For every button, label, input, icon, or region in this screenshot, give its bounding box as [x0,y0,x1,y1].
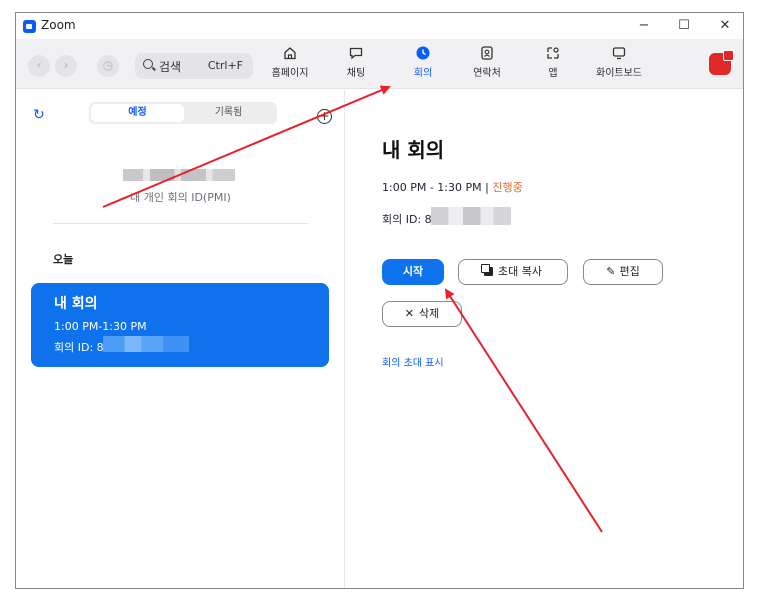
contacts-icon [481,46,493,60]
nav-contacts-label: 연락처 [473,68,501,79]
copy-invite-button[interactable]: 초대 복사 [458,259,568,285]
zoom-window: Zoom − ☐ ✕ ‹ › ◷ 검색 Ctrl+F 홈페이지 채팅 회의 연락… [15,12,744,589]
whiteboard-icon [612,47,626,60]
back-button[interactable]: ‹ [28,55,50,77]
avatar[interactable] [709,50,734,75]
meeting-time-range: 1:00 PM - 1:30 PM [382,181,482,194]
meeting-tabs: 예정 기록됨 [89,102,277,124]
pmi-label: 내 개인 회의 ID(PMI) [130,191,231,204]
edit-label: 편집 [619,265,640,278]
meeting-card[interactable]: 내 회의 1:00 PM-1:30 PM 회의 ID: 8 [31,283,329,367]
meeting-time: 1:00 PM - 1:30 PM | 진행중 [382,179,523,195]
forward-button[interactable]: › [55,55,77,77]
pmi-number-redacted [123,169,235,181]
meeting-id: 회의 ID: 8 [382,213,432,226]
meeting-time-separator: | [485,181,489,194]
copy-icon [481,264,493,276]
nav-contacts[interactable]: 연락처 [459,45,515,79]
nav-meetings[interactable]: 회의 [395,45,451,79]
tab-recorded[interactable]: 기록됨 [182,104,275,122]
nav-apps-label: 앱 [548,68,558,79]
close-icon: ✕ [404,307,414,320]
meetings-sidebar: ↻ 예정 기록됨 + 내 개인 회의 ID(PMI) 오늘 내 회의 1:00 … [16,90,345,588]
nav-chat-label: 채팅 [346,68,366,79]
meeting-card-title: 내 회의 [54,296,98,312]
show-invite-link[interactable]: 회의 초대 표시 [382,354,444,369]
chat-icon [349,47,363,60]
meeting-card-id-redacted [103,336,189,352]
section-today: 오늘 [53,253,74,266]
meeting-card-time: 1:00 PM-1:30 PM [54,320,147,333]
nav-home-label: 홈페이지 [271,68,309,79]
delete-label: 삭제 [418,307,440,320]
copy-invite-label: 초대 복사 [498,265,542,278]
search-icon [143,59,153,69]
meeting-id-redacted [431,207,511,225]
apps-icon [547,47,559,59]
nav-meetings-label: 회의 [413,68,433,79]
window-title: Zoom [41,18,76,32]
meeting-title: 내 회의 [382,138,445,162]
tab-scheduled[interactable]: 예정 [91,104,184,122]
meeting-detail: 내 회의 1:00 PM - 1:30 PM | 진행중 회의 ID: 8 시작… [346,90,743,588]
minimize-button[interactable]: − [626,13,662,39]
refresh-icon[interactable]: ↻ [33,107,45,123]
close-button[interactable]: ✕ [707,13,743,39]
pencil-icon: ✎ [606,265,616,278]
delete-button[interactable]: ✕ 삭제 [382,301,462,327]
search-box[interactable]: 검색 Ctrl+F [135,53,253,79]
top-toolbar: ‹ › ◷ 검색 Ctrl+F 홈페이지 채팅 회의 연락처 앱 화이트보드 [16,39,743,89]
edit-button[interactable]: ✎ 편집 [583,259,663,285]
search-shortcut: Ctrl+F [207,59,243,72]
nav-whiteboard[interactable]: 화이트보드 [591,45,647,79]
history-button[interactable]: ◷ [97,55,119,77]
nav-chat[interactable]: 채팅 [328,45,384,79]
home-icon [284,47,296,60]
title-bar: Zoom − ☐ ✕ [16,13,743,39]
search-label: 검색 [159,60,182,74]
nav-home[interactable]: 홈페이지 [262,45,318,79]
nav-whiteboard-label: 화이트보드 [596,68,642,79]
divider [53,223,308,224]
status-badge: 진행중 [492,181,523,194]
add-meeting-icon[interactable]: + [317,109,332,124]
nav-apps[interactable]: 앱 [525,45,581,79]
start-button[interactable]: 시작 [382,259,444,285]
meeting-card-id: 회의 ID: 8 [54,341,104,354]
maximize-button[interactable]: ☐ [666,13,702,39]
zoom-logo-icon [23,20,36,33]
clock-icon [416,46,430,60]
